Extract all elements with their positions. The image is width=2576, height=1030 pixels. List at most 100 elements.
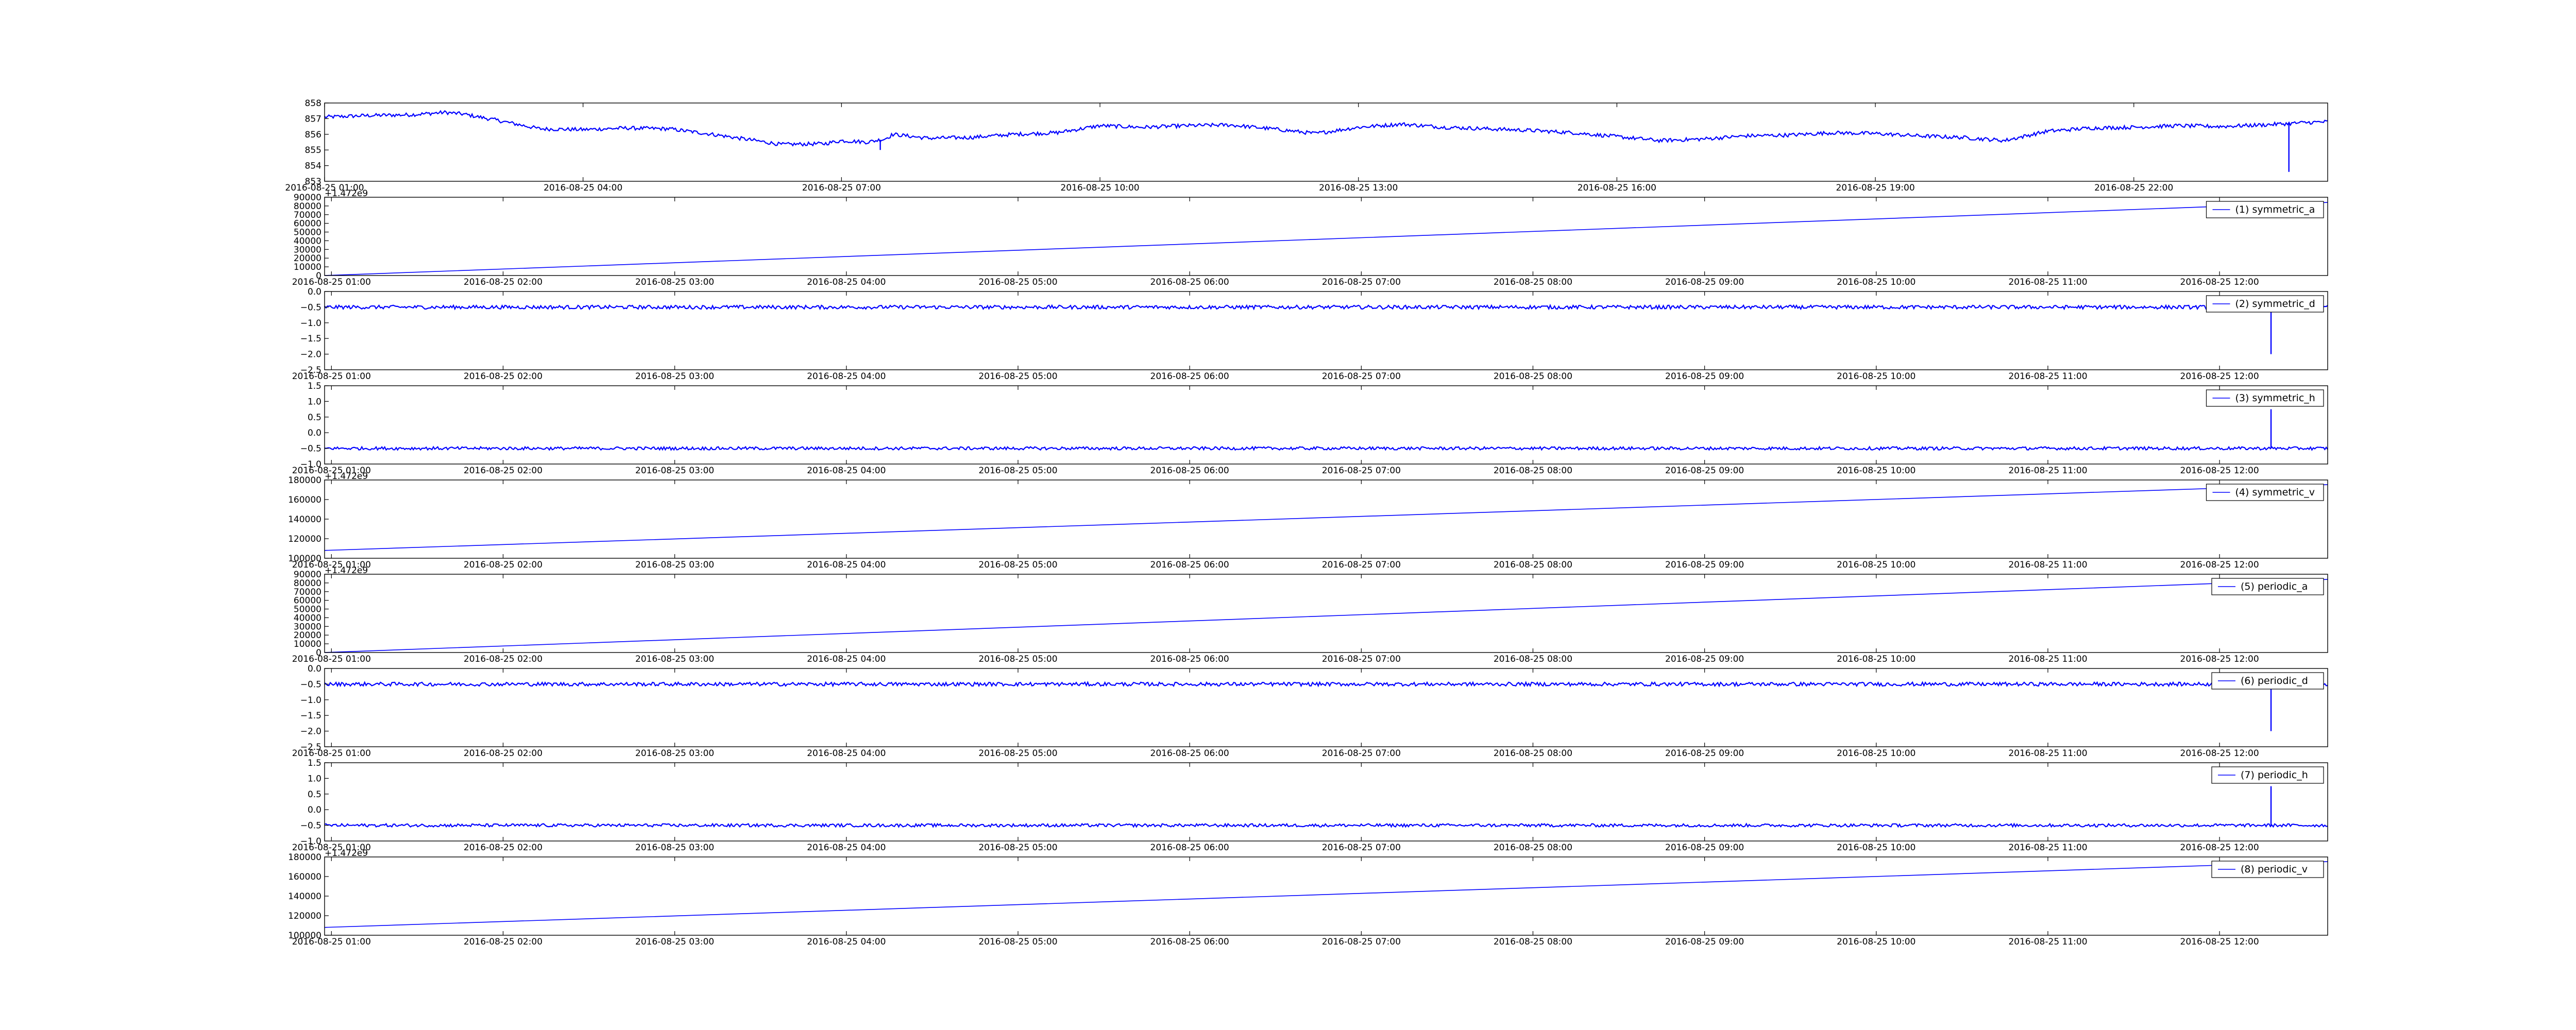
y-tick-label: −1.0 <box>300 695 321 706</box>
series-line <box>324 445 2328 451</box>
y-tick-label: −2.0 <box>300 727 321 737</box>
subplot-3: 2016-08-25 01:00 2016-08-25 02:00 2016-08-… <box>292 287 2328 382</box>
x-tick-label: 2016-08-25 10:00 <box>1837 371 1916 382</box>
subplot-5: 2016-08-25 01:00 2016-08-25 02:00 2016-08-… <box>288 471 2328 570</box>
x-tick-label: 2016-08-25 05:00 <box>978 843 1057 853</box>
legend-label: (6) periodic_d <box>2241 675 2308 686</box>
x-tick-label: 2016-08-25 03:00 <box>635 937 714 947</box>
x-tick-label: 2016-08-25 16:00 <box>1578 183 1656 193</box>
x-tick-label: 2016-08-25 05:00 <box>978 748 1057 759</box>
axes-frame <box>324 197 2328 276</box>
subplot-6: 2016-08-25 01:00 2016-08-25 02:00 2016-08-… <box>292 565 2328 664</box>
y-tick-label: −2.0 <box>300 350 321 360</box>
x-tick-label: 2016-08-25 07:00 <box>1322 560 1401 570</box>
y-tick-label: 140000 <box>288 514 321 525</box>
y-tick-label: −0.5 <box>300 679 321 690</box>
x-tick-label: 2016-08-25 02:00 <box>464 466 543 476</box>
x-tick-label: 2016-08-25 07:00 <box>1322 277 1401 287</box>
x-tick-label: 2016-08-25 11:00 <box>2008 466 2087 476</box>
x-tick-label: 2016-08-25 10:00 <box>1837 937 1916 947</box>
x-tick-label: 2016-08-25 11:00 <box>2008 277 2087 287</box>
x-tick-label: 2016-08-25 05:00 <box>978 937 1057 947</box>
x-tick-label: 2016-08-25 11:00 <box>2008 371 2087 382</box>
x-tick-label: 2016-08-25 11:00 <box>2008 560 2087 570</box>
x-tick-label: 2016-08-25 12:00 <box>2180 277 2259 287</box>
y-tick-label: 856 <box>305 130 321 140</box>
y-tick-label: −1.0 <box>300 318 321 329</box>
y-tick-label: 0.0 <box>308 664 321 674</box>
y-tick-label: 854 <box>305 161 321 171</box>
y-tick-label: 1.0 <box>308 397 321 407</box>
y-tick-label: 90000 <box>294 193 321 203</box>
x-tick-label: 2016-08-25 11:00 <box>2008 654 2087 664</box>
x-tick-label: 2016-08-25 08:00 <box>1494 748 1572 759</box>
x-tick-label: 2016-08-25 04:00 <box>807 466 886 476</box>
series-line <box>324 202 2328 276</box>
legend-label: (5) periodic_a <box>2241 581 2308 592</box>
y-tick-label: −0.5 <box>300 444 321 454</box>
series-line <box>324 861 2328 928</box>
x-tick-label: 2016-08-25 02:00 <box>464 748 543 759</box>
y-tick-label: 858 <box>305 98 321 109</box>
axes-frame <box>324 291 2328 370</box>
x-tick-label: 2016-08-25 10:00 <box>1837 560 1916 570</box>
y-tick-label: −1.5 <box>300 711 321 721</box>
x-tick-label: 2016-08-25 10:00 <box>1837 748 1916 759</box>
series-line <box>324 822 2328 828</box>
x-tick-label: 2016-08-25 12:00 <box>2180 560 2259 570</box>
offset-label: +1.472e9 <box>325 848 368 859</box>
subplot-4: 2016-08-25 01:00 2016-08-25 02:00 2016-08-… <box>292 381 2328 476</box>
x-tick-label: 2016-08-25 12:00 <box>2180 843 2259 853</box>
x-tick-label: 2016-08-25 04:00 <box>807 937 886 947</box>
x-tick-label: 2016-08-25 05:00 <box>978 654 1057 664</box>
x-tick-label: 2016-08-25 03:00 <box>635 748 714 759</box>
subplot-2: 2016-08-25 01:00 2016-08-25 02:00 2016-08-… <box>292 188 2328 287</box>
x-tick-label: 2016-08-25 03:00 <box>635 466 714 476</box>
y-tick-label: −1.0 <box>300 459 321 470</box>
x-tick-label: 2016-08-25 09:00 <box>1665 277 1744 287</box>
x-tick-label: 2016-08-25 11:00 <box>2008 843 2087 853</box>
x-tick-label: 2016-08-25 04:00 <box>807 748 886 759</box>
legend-label: (3) symmetric_h <box>2235 392 2315 404</box>
y-tick-label: 1.5 <box>308 758 321 768</box>
y-tick-label: 90000 <box>294 570 321 580</box>
y-tick-label: 120000 <box>288 534 321 544</box>
legend-label: (2) symmetric_d <box>2235 298 2315 310</box>
offset-label: +1.472e9 <box>325 188 368 199</box>
subplot-8: 2016-08-25 01:00 2016-08-25 02:00 2016-08-… <box>292 758 2328 853</box>
x-tick-label: 2016-08-25 04:00 <box>807 654 886 664</box>
x-tick-label: 2016-08-25 06:00 <box>1150 466 1229 476</box>
x-tick-label: 2016-08-25 08:00 <box>1494 277 1572 287</box>
x-tick-label: 2016-08-25 08:00 <box>1494 937 1572 947</box>
x-tick-label: 2016-08-25 03:00 <box>635 654 714 664</box>
y-tick-label: −2.5 <box>300 742 321 752</box>
x-tick-label: 2016-08-25 04:00 <box>544 183 622 193</box>
axes-frame <box>324 856 2328 936</box>
x-tick-label: 2016-08-25 19:00 <box>1836 183 1914 193</box>
x-tick-label: 2016-08-25 01:00 <box>292 277 371 287</box>
y-tick-label: 0.5 <box>308 413 321 423</box>
x-tick-label: 2016-08-25 07:00 <box>1322 654 1401 664</box>
x-tick-label: 2016-08-25 05:00 <box>978 277 1057 287</box>
x-tick-label: 2016-08-25 04:00 <box>807 371 886 382</box>
x-tick-label: 2016-08-25 07:00 <box>1322 371 1401 382</box>
subplot-7: 2016-08-25 01:00 2016-08-25 02:00 2016-08-… <box>292 664 2328 759</box>
subplot-9: 2016-08-25 01:00 2016-08-25 02:00 2016-08-… <box>288 848 2328 947</box>
series-line <box>324 579 2328 653</box>
x-tick-label: 2016-08-25 06:00 <box>1150 654 1229 664</box>
x-tick-label: 2016-08-25 09:00 <box>1665 371 1744 382</box>
x-tick-label: 2016-08-25 08:00 <box>1494 560 1572 570</box>
y-tick-label: 0.0 <box>308 805 321 815</box>
x-tick-label: 2016-08-25 12:00 <box>2180 937 2259 947</box>
series-line <box>324 110 2328 147</box>
x-tick-label: 2016-08-25 02:00 <box>464 371 543 382</box>
x-tick-label: 2016-08-25 03:00 <box>635 560 714 570</box>
legend-label: (1) symmetric_a <box>2235 204 2315 215</box>
x-tick-label: 2016-08-25 04:00 <box>807 277 886 287</box>
x-tick-label: 2016-08-25 02:00 <box>464 843 543 853</box>
x-tick-label: 2016-08-25 08:00 <box>1494 654 1572 664</box>
x-tick-label: 2016-08-25 05:00 <box>978 466 1057 476</box>
x-tick-label: 2016-08-25 06:00 <box>1150 748 1229 759</box>
y-tick-label: 160000 <box>288 872 321 882</box>
x-tick-label: 2016-08-25 04:00 <box>807 843 886 853</box>
